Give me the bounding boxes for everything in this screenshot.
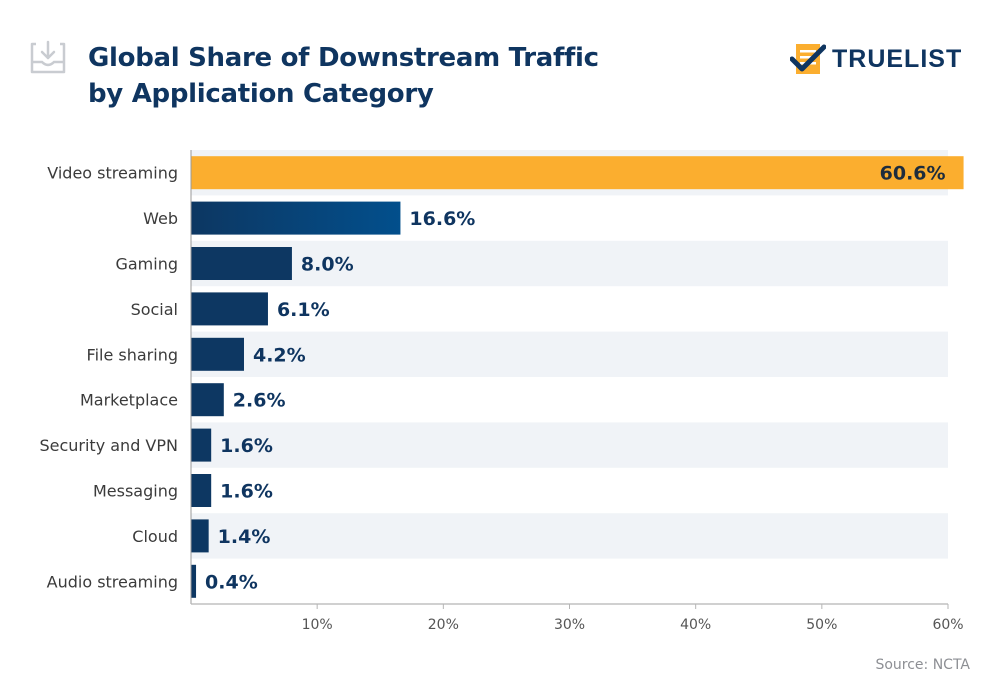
x-tick-label: 10% [302,617,333,633]
data-label: 4.2% [253,344,306,366]
bar-video-streaming [191,156,964,190]
bar-web [191,201,401,235]
bar-audio-streaming [191,564,197,598]
category-label: Gaming [115,255,178,274]
bar-social [191,292,268,326]
row-band [191,513,948,559]
data-label: 16.6% [409,208,475,230]
bar-security-and-vpn [191,428,212,462]
bar-marketplace [191,383,224,417]
bar-gaming [191,247,292,280]
data-label: 2.6% [233,390,286,412]
category-label: Social [131,300,178,319]
x-tick-label: 60% [932,617,963,633]
category-label: File sharing [87,345,178,364]
x-tick-label: 50% [806,617,837,633]
category-label: Video streaming [47,164,178,183]
category-label: Cloud [132,527,178,546]
category-label: Audio streaming [47,572,178,591]
category-label: Web [143,209,178,228]
data-label: 8.0% [301,254,354,276]
bar-messaging [191,474,212,507]
data-label: 1.6% [220,481,273,503]
bar-chart: Video streaming 60.6% Web 16.6% Gaming 8.0% So… [39,150,964,633]
x-tick-label: 20% [428,617,459,633]
x-tick-label: 40% [680,617,711,633]
x-tick-label: 30% [554,617,585,633]
category-label: Marketplace [80,391,178,410]
data-label: 0.4% [205,571,258,593]
category-label: Security and VPN [39,436,178,455]
data-label: 60.6% [880,163,946,185]
data-label: 1.4% [218,526,271,548]
data-label: 6.1% [277,299,330,321]
source-note: Source: NCTA [875,657,970,673]
category-label: Messaging [93,482,178,501]
bar-file-sharing [191,337,244,371]
bar-cloud [191,519,209,553]
data-label: 1.6% [220,435,273,457]
row-band [191,422,948,468]
